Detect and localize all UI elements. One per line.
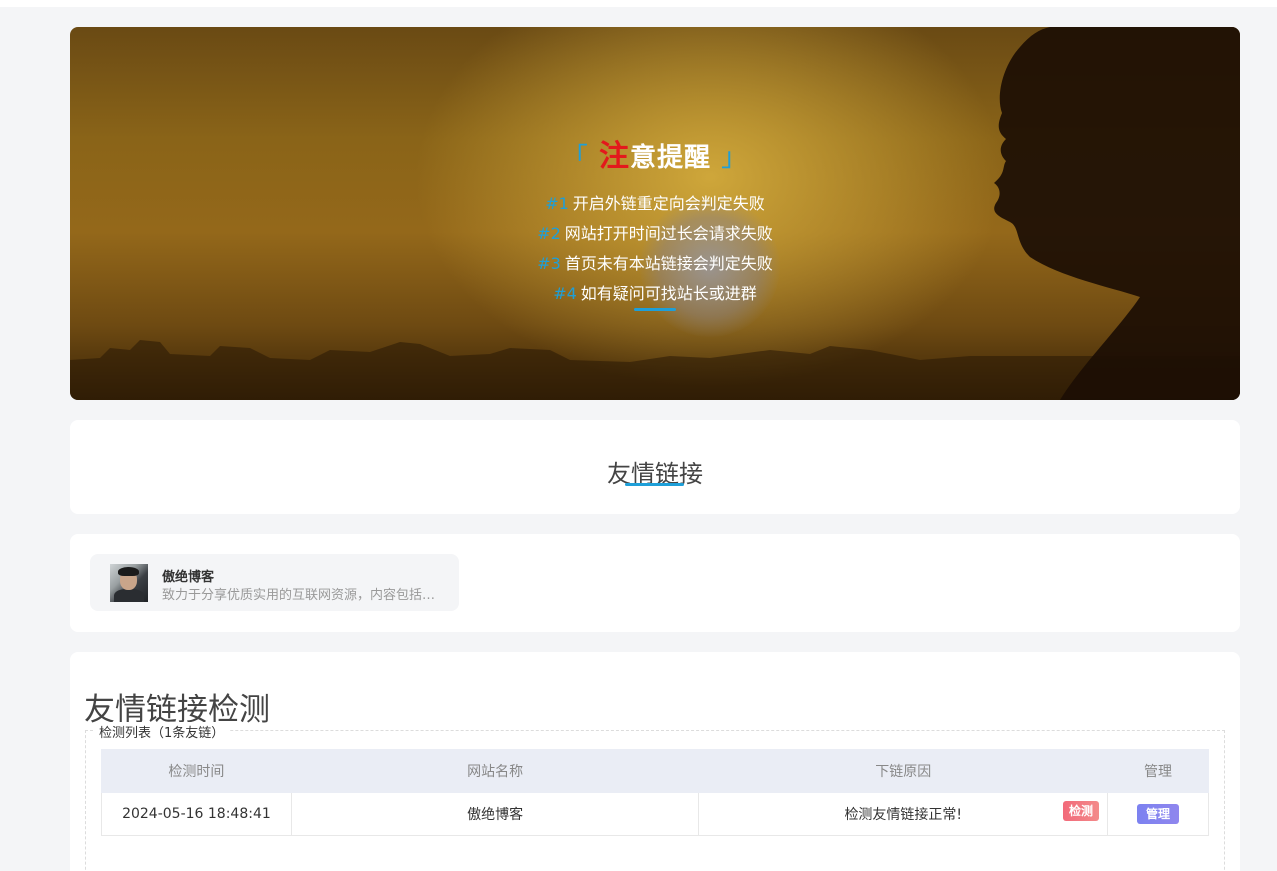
cell-time: 2024-05-16 18:48:41 bbox=[101, 792, 292, 836]
cell-reason: 检测友情链接正常! 检测 bbox=[698, 792, 1109, 836]
notice-item: #2 网站打开时间过长会请求失败 bbox=[70, 219, 1240, 249]
notice-list: #1 开启外链重定向会判定失败 #2 网站打开时间过长会请求失败 #3 首页未有本站链… bbox=[70, 189, 1240, 309]
column-header-site: 网站名称 bbox=[290, 749, 700, 793]
friend-link-name: 傲绝博客 bbox=[162, 570, 215, 585]
friend-link-item[interactable]: 傲绝博客 致力于分享优质实用的互联网资源，内容包括有... bbox=[90, 554, 459, 611]
notice-number: #4 bbox=[553, 284, 577, 303]
notice-number: #1 bbox=[545, 194, 569, 213]
manage-button[interactable]: 管理 bbox=[1137, 804, 1180, 824]
notice-item: #4 如有疑问可找站长或进群 bbox=[70, 279, 1240, 309]
title-bracket-right: 」 bbox=[721, 143, 749, 173]
table-row: 2024-05-16 18:48:41 傲绝博客 检测友情链接正常! 检测 管理 bbox=[101, 792, 1209, 836]
notice-item: #3 首页未有本站链接会判定失败 bbox=[70, 249, 1240, 279]
friends-title-underline bbox=[625, 483, 684, 486]
friend-links-card: 傲绝博客 致力于分享优质实用的互联网资源，内容包括有... bbox=[70, 534, 1240, 632]
check-table: 检测时间 网站名称 下链原因 管理 2024-05-16 18:48:41 傲绝… bbox=[101, 749, 1209, 836]
friend-link-desc: 致力于分享优质实用的互联网资源，内容包括有... bbox=[162, 588, 447, 603]
cell-manage: 管理 bbox=[1107, 792, 1209, 836]
notice-number: #2 bbox=[537, 224, 561, 243]
notice-underline bbox=[634, 308, 676, 311]
notice-text: 网站打开时间过长会请求失败 bbox=[564, 224, 773, 243]
notice-banner: 「 注意提醒 」 #1 开启外链重定向会判定失败 #2 网站打开时间过长会请求失败 … bbox=[70, 27, 1240, 400]
notice-text: 首页未有本站链接会判定失败 bbox=[564, 254, 773, 273]
notice-number: #3 bbox=[537, 254, 561, 273]
column-header-manage: 管理 bbox=[1107, 749, 1209, 793]
avatar-hair bbox=[118, 567, 139, 576]
friends-header-card: 友情链接 bbox=[70, 420, 1240, 514]
title-rest: 意提醒 bbox=[629, 143, 711, 173]
check-button[interactable]: 检测 bbox=[1063, 801, 1100, 821]
table-header-row: 检测时间 网站名称 下链原因 管理 bbox=[101, 749, 1209, 793]
title-highlight-char: 注 bbox=[598, 139, 630, 174]
reason-text: 检测友情链接正常! bbox=[844, 807, 963, 823]
avatar bbox=[110, 564, 148, 602]
avatar-body bbox=[114, 589, 144, 602]
check-list-legend: 检测列表（1条友链） bbox=[94, 722, 230, 741]
notice-title: 「 注意提醒 」 bbox=[70, 131, 1240, 175]
cell-site: 傲绝博客 bbox=[290, 792, 700, 836]
top-bar bbox=[0, 0, 1277, 7]
column-header-reason: 下链原因 bbox=[698, 749, 1109, 793]
column-header-time: 检测时间 bbox=[101, 749, 292, 793]
notice-text: 如有疑问可找站长或进群 bbox=[580, 284, 757, 303]
notice-text: 开启外链重定向会判定失败 bbox=[572, 194, 765, 213]
notice-item: #1 开启外链重定向会判定失败 bbox=[70, 189, 1240, 219]
title-bracket-left: 「 bbox=[561, 143, 589, 173]
